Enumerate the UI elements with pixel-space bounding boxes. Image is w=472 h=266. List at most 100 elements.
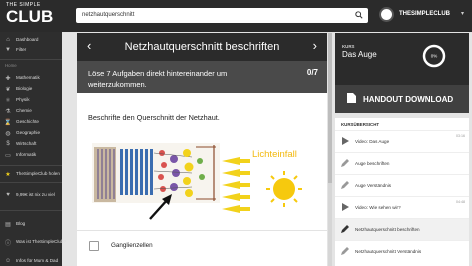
sidebar-item-label: Filter xyxy=(16,47,27,52)
home-icon: ⌂ xyxy=(6,37,10,43)
divider xyxy=(0,59,62,60)
economy-icon: $ xyxy=(6,141,10,147)
divider xyxy=(0,210,62,211)
username: THESIMPLECLUB xyxy=(399,11,450,17)
document-icon xyxy=(347,93,356,103)
list-item-active[interactable]: Netzhautquerschnitt beschriften xyxy=(335,218,469,240)
sidebar-item-label: Was ist TheSimpleClub? xyxy=(16,239,67,244)
sidebar-item-label: Chemie xyxy=(16,108,32,113)
search-value: netzhautquerschnitt xyxy=(82,12,135,18)
history-icon: ⌛ xyxy=(4,119,12,126)
sidebar-item-label: Geschichte xyxy=(16,119,39,124)
sidebar-item-physik[interactable]: ⚛ Physik xyxy=(0,95,62,105)
search-icon[interactable] xyxy=(355,11,363,19)
pencil-icon xyxy=(341,247,349,255)
list-item[interactable]: Netzhautquerschnitt Verständnis xyxy=(335,240,469,262)
sidebar-item-geschichte[interactable]: ⌛ Geschichte xyxy=(0,117,62,127)
pencil-icon xyxy=(341,181,349,189)
logo-big-text: CLUB xyxy=(6,7,54,26)
info-icon: ⓘ xyxy=(5,240,12,247)
sidebar-item-about[interactable]: ⓘ Was ist TheSimpleClub? xyxy=(0,237,66,247)
sidebar-item-label: Mathematik xyxy=(16,75,40,80)
sidebar-item-geographie[interactable]: ◍ Geographie xyxy=(0,128,62,138)
task-card: ‹ Netzhautquerschnitt beschriften › Löse… xyxy=(77,33,327,266)
list-item[interactable]: Video: Das Auge 03:16 xyxy=(335,130,469,152)
avatar xyxy=(379,7,394,22)
list-item[interactable]: Video: Wie sehen wir? 04:48 xyxy=(335,196,469,218)
sidebar-item-wirtschaft[interactable]: $ Wirtschaft xyxy=(0,139,62,149)
sidebar-item-label: Blog xyxy=(16,221,26,226)
sidebar-item-label: Dashboard xyxy=(16,37,39,42)
chemistry-icon: ⚗ xyxy=(5,108,11,115)
handout-download-button[interactable]: HANDOUT DOWNLOAD xyxy=(335,85,469,113)
divider xyxy=(77,230,327,231)
list-item-label: Video: Wie sehen wir? xyxy=(355,205,401,210)
figure-label: Lichteinfall xyxy=(252,149,297,160)
page-title: Netzhautquerschnitt beschriften xyxy=(124,41,280,53)
chevron-right-icon[interactable]: › xyxy=(313,38,317,53)
physics-icon: ⚛ xyxy=(5,97,11,104)
filter-icon: ▼ xyxy=(5,47,11,53)
list-item[interactable]: Auge beschriften xyxy=(335,152,469,174)
sidebar-item-mathematik[interactable]: ✚ Mathematik xyxy=(0,73,62,83)
photoreceptor-layer xyxy=(94,147,116,202)
divider xyxy=(0,165,62,166)
sidebar-item-dashboard[interactable]: ⌂ Dashboard xyxy=(0,35,62,45)
geography-icon: ◍ xyxy=(5,130,11,137)
light-arrows xyxy=(222,157,250,213)
sidebar-item-label: Informatik xyxy=(16,152,37,157)
task-counter: 0/7 xyxy=(306,68,318,77)
course-kicker: KURS xyxy=(342,44,355,49)
play-icon xyxy=(342,203,349,211)
sidebar: ⌂ Dashboard ▼ Filter Home ✚ Mathematik ❦ B… xyxy=(0,32,66,266)
course-name: Das Auge xyxy=(342,50,377,59)
list-item[interactable]: Auge Verständnis xyxy=(335,174,469,196)
top-bar: THE SIMPLE CLUB netzhautquerschnitt THES… xyxy=(0,0,472,32)
course-panel: KURS Das Auge 0% HANDOUT DOWNLOAD xyxy=(335,33,469,113)
math-icon: ✚ xyxy=(5,75,11,82)
handout-label: HANDOUT DOWNLOAD xyxy=(363,95,454,104)
logo[interactable]: THE SIMPLE CLUB xyxy=(6,3,54,26)
task-instructions: Löse 7 Aufgaben direkt hintereinander um… xyxy=(88,69,228,89)
task-info: Löse 7 Aufgaben direkt hintereinander um… xyxy=(77,61,327,93)
biology-icon: ❦ xyxy=(5,86,11,93)
progress-label: 0% xyxy=(431,54,438,59)
sidebar-promo[interactable]: ♥ 9,99€ ist nix zu viel xyxy=(0,190,62,200)
sidebar-item-club[interactable]: ★ TheSimpleClub holen xyxy=(0,169,62,179)
pencil-icon xyxy=(341,225,349,233)
blog-icon: ▤ xyxy=(5,221,11,228)
answer-checkbox[interactable] xyxy=(89,241,99,251)
sidebar-item-label: Geographie xyxy=(16,130,41,135)
list-item-time: 04:48 xyxy=(456,200,465,204)
sidebar-item-parents[interactable]: ☺ Infos für Mum & Dad xyxy=(0,256,62,266)
answer-option[interactable]: Ganglienzellen xyxy=(89,240,319,254)
sidebar-item-chemie[interactable]: ⚗ Chemie xyxy=(0,106,62,116)
sidebar-item-filter[interactable]: ▼ Filter xyxy=(0,45,62,55)
list-item-label: Auge beschriften xyxy=(355,161,390,166)
user-menu[interactable]: THESIMPLECLUB ▾ xyxy=(379,6,469,26)
computer-icon: ▭ xyxy=(5,152,11,159)
answer-label: Ganglienzellen xyxy=(111,242,153,249)
scrollbar[interactable] xyxy=(328,33,332,266)
list-item-label: Video: Das Auge xyxy=(355,139,390,144)
scrollbar-thumb[interactable] xyxy=(328,33,332,183)
star-icon: ★ xyxy=(5,171,11,178)
list-header: KURSÜBERSICHT xyxy=(341,122,380,127)
question-text: Beschrifte den Querschnitt der Netzhaut. xyxy=(88,113,220,122)
divider xyxy=(0,182,62,183)
pencil-icon xyxy=(341,159,349,167)
sidebar-item-biologie[interactable]: ❦ Biologie xyxy=(0,84,62,94)
sidebar-item-informatik[interactable]: ▭ Informatik xyxy=(0,150,62,160)
sidebar-item-label: 9,99€ ist nix zu viel xyxy=(16,192,55,197)
search-input[interactable]: netzhautquerschnitt xyxy=(76,8,368,23)
progress-ring: 0% xyxy=(422,44,446,68)
sun-icon xyxy=(266,171,302,207)
retina-figure: Lichteinfall xyxy=(92,143,302,220)
course-content-list: KURSÜBERSICHT Video: Das Auge 03:16 Auge… xyxy=(335,118,469,266)
title-bar: ‹ Netzhautquerschnitt beschriften › xyxy=(77,33,327,61)
list-item-label: Auge Verständnis xyxy=(355,183,392,188)
play-icon xyxy=(342,137,349,145)
list-item-time: 03:16 xyxy=(456,134,465,138)
sidebar-item-label: Infos für Mum & Dad xyxy=(16,258,59,263)
sidebar-item-blog[interactable]: ▤ Blog xyxy=(0,219,62,229)
